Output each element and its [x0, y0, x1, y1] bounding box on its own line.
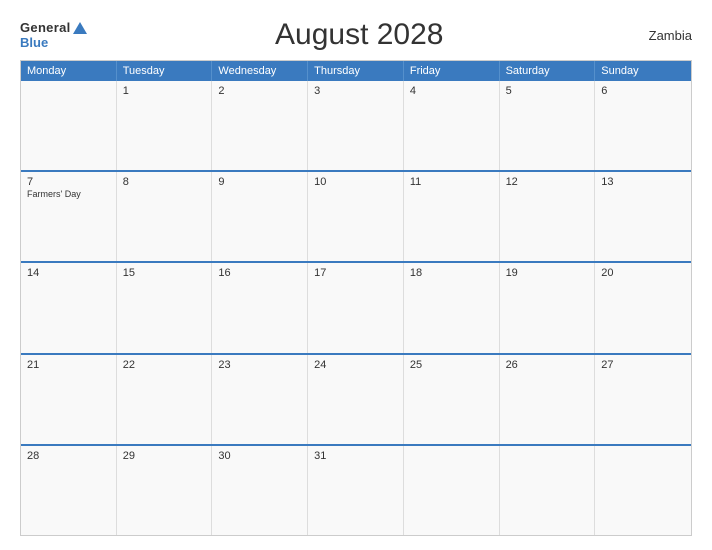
week-row-2: 7Farmers' Day 89 10 11 12 13: [21, 170, 691, 261]
day-number: 28: [27, 450, 110, 462]
weeks-container: 1234567Farmers' Day891011121314151617181…: [21, 81, 691, 535]
day-cell: [500, 446, 596, 535]
day-number: 20: [601, 267, 685, 279]
day-cell: 30: [212, 446, 308, 535]
day-cell: 25: [404, 355, 500, 444]
day-cell: 19: [500, 263, 596, 352]
country-label: Zambia: [632, 28, 692, 43]
day-number: 9: [218, 176, 301, 188]
day-number: 26: [506, 359, 589, 371]
day-cell: 23: [212, 355, 308, 444]
week-row-3: 14 15 16 17 18 19 20: [21, 261, 691, 352]
week-row-5: 28 29 30 31: [21, 444, 691, 535]
day-cell: 26: [500, 355, 596, 444]
day-number: 25: [410, 359, 493, 371]
header: General Blue August 2028 Zambia: [20, 18, 692, 52]
holiday-label: Farmers' Day: [27, 189, 110, 199]
day-number: 12: [506, 176, 589, 188]
day-number: 24: [314, 359, 397, 371]
day-cell: 2: [212, 81, 308, 170]
week-row-1: 123456: [21, 81, 691, 170]
day-cell: 20: [595, 263, 691, 352]
day-cell: 17: [308, 263, 404, 352]
day-header-monday: Monday: [21, 61, 117, 81]
day-number: 8: [123, 176, 206, 188]
day-number: 22: [123, 359, 206, 371]
day-number: 17: [314, 267, 397, 279]
day-cell: [21, 81, 117, 170]
day-number: 11: [410, 176, 493, 188]
day-number: 4: [410, 85, 493, 97]
day-cell: 4: [404, 81, 500, 170]
day-cell: 5: [500, 81, 596, 170]
day-cell: 29: [117, 446, 213, 535]
day-cell: 6: [595, 81, 691, 170]
day-number: 21: [27, 359, 110, 371]
day-number: 10: [314, 176, 397, 188]
day-cell: 22: [117, 355, 213, 444]
day-cell: 8: [117, 172, 213, 261]
day-cell: 12: [500, 172, 596, 261]
day-cell: 10: [308, 172, 404, 261]
day-number: 15: [123, 267, 206, 279]
day-number: 3: [314, 85, 397, 97]
day-number: 30: [218, 450, 301, 462]
day-cell: 3: [308, 81, 404, 170]
day-cell: 13: [595, 172, 691, 261]
day-cell: 18: [404, 263, 500, 352]
day-header-thursday: Thursday: [308, 61, 404, 81]
day-cell: 24: [308, 355, 404, 444]
day-headers-row: MondayTuesdayWednesdayThursdayFridaySatu…: [21, 61, 691, 81]
day-header-sunday: Sunday: [595, 61, 691, 81]
day-number: 1: [123, 85, 206, 97]
day-cell: 28: [21, 446, 117, 535]
day-number: 16: [218, 267, 301, 279]
day-number: 19: [506, 267, 589, 279]
day-cell: 14: [21, 263, 117, 352]
day-header-saturday: Saturday: [500, 61, 596, 81]
calendar-grid: MondayTuesdayWednesdayThursdayFridaySatu…: [20, 60, 692, 536]
day-number: 2: [218, 85, 301, 97]
day-cell: 11: [404, 172, 500, 261]
day-header-tuesday: Tuesday: [117, 61, 213, 81]
logo-blue-text: Blue: [20, 35, 48, 50]
calendar-page: General Blue August 2028 Zambia MondayTu…: [0, 0, 712, 550]
day-number: 13: [601, 176, 685, 188]
logo-general-text: General: [20, 20, 71, 35]
day-number: 5: [506, 85, 589, 97]
day-cell: [595, 446, 691, 535]
day-cell: 27: [595, 355, 691, 444]
day-cell: 31: [308, 446, 404, 535]
day-number: 7: [27, 176, 110, 188]
calendar-title: August 2028: [87, 18, 632, 52]
day-number: 31: [314, 450, 397, 462]
day-cell: 1: [117, 81, 213, 170]
logo: General Blue: [20, 20, 87, 50]
day-cell: 16: [212, 263, 308, 352]
day-number: 27: [601, 359, 685, 371]
day-number: 6: [601, 85, 685, 97]
day-cell: 9: [212, 172, 308, 261]
day-cell: 15: [117, 263, 213, 352]
day-number: 23: [218, 359, 301, 371]
day-number: 14: [27, 267, 110, 279]
week-row-4: 21 22 23 24 25 26 27: [21, 353, 691, 444]
day-cell: 21: [21, 355, 117, 444]
day-header-wednesday: Wednesday: [212, 61, 308, 81]
day-cell: 7Farmers' Day: [21, 172, 117, 261]
day-header-friday: Friday: [404, 61, 500, 81]
day-cell: [404, 446, 500, 535]
day-number: 18: [410, 267, 493, 279]
day-number: 29: [123, 450, 206, 462]
logo-triangle-icon: [73, 22, 87, 34]
